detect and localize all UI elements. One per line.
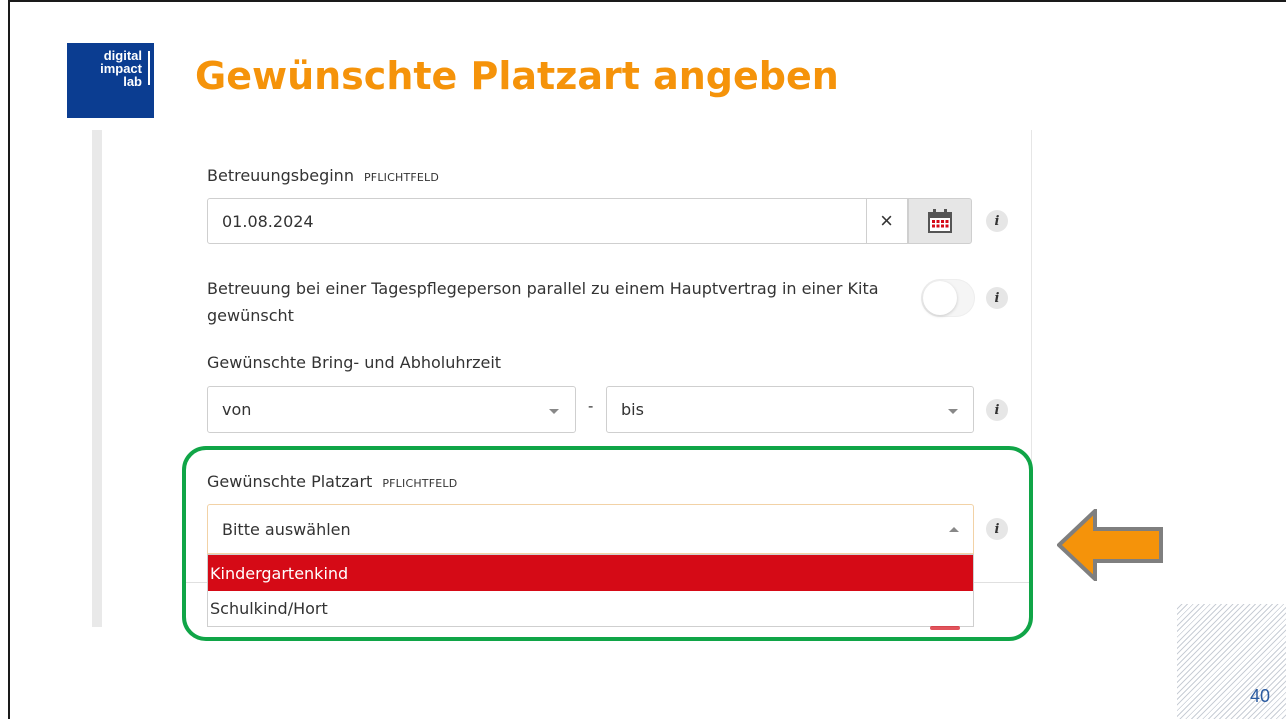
from-time-value: von: [222, 400, 252, 419]
calendar-button[interactable]: [908, 198, 972, 244]
chevron-down-icon: [549, 409, 559, 414]
logo-line-3: lab: [123, 74, 142, 89]
to-time-value: bis: [621, 400, 644, 419]
digital-impact-lab-logo: digital impact lab: [67, 43, 154, 118]
start-date-label-text: Betreuungsbeginn: [207, 166, 354, 185]
to-time-select[interactable]: bis: [606, 386, 974, 433]
info-icon[interactable]: i: [986, 287, 1008, 309]
slide-title: Gewünschte Platzart angeben: [195, 54, 839, 98]
slide: digital impact lab Gewünschte Platzart a…: [0, 0, 1286, 719]
highlight-frame: [182, 446, 1033, 641]
required-tag: PFLICHTFELD: [363, 171, 440, 184]
parallel-care-label-line2: gewünscht: [207, 306, 294, 325]
calendar-icon: [928, 209, 952, 233]
parallel-care-toggle[interactable]: [921, 279, 975, 317]
arrow-left-icon: [1057, 509, 1163, 581]
from-time-select[interactable]: von: [207, 386, 576, 433]
parallel-care-label-line1: Betreuung bei einer Tagespflegeperson pa…: [207, 279, 879, 298]
times-label: Gewünschte Bring- und Abholuhrzeit: [207, 353, 502, 372]
form-side-strip: [92, 130, 102, 627]
info-icon[interactable]: i: [986, 210, 1008, 232]
page-number: 40: [1250, 686, 1271, 706]
slide-frame-top: [8, 0, 1286, 2]
clear-date-button[interactable]: ×: [866, 198, 908, 244]
chevron-down-icon: [948, 409, 958, 414]
logo-bar: [148, 51, 150, 85]
toggle-knob: [923, 281, 957, 315]
start-date-label: Betreuungsbeginn PFLICHTFELD: [207, 166, 439, 185]
close-icon: ×: [880, 208, 893, 233]
parallel-care-label: Betreuung bei einer Tagespflegeperson pa…: [207, 275, 907, 329]
info-icon[interactable]: i: [986, 399, 1008, 421]
slide-frame-left: [8, 0, 10, 719]
start-date-value: 01.08.2024: [222, 211, 314, 231]
start-date-input[interactable]: 01.08.2024: [207, 198, 867, 244]
time-separator: -: [588, 398, 594, 415]
